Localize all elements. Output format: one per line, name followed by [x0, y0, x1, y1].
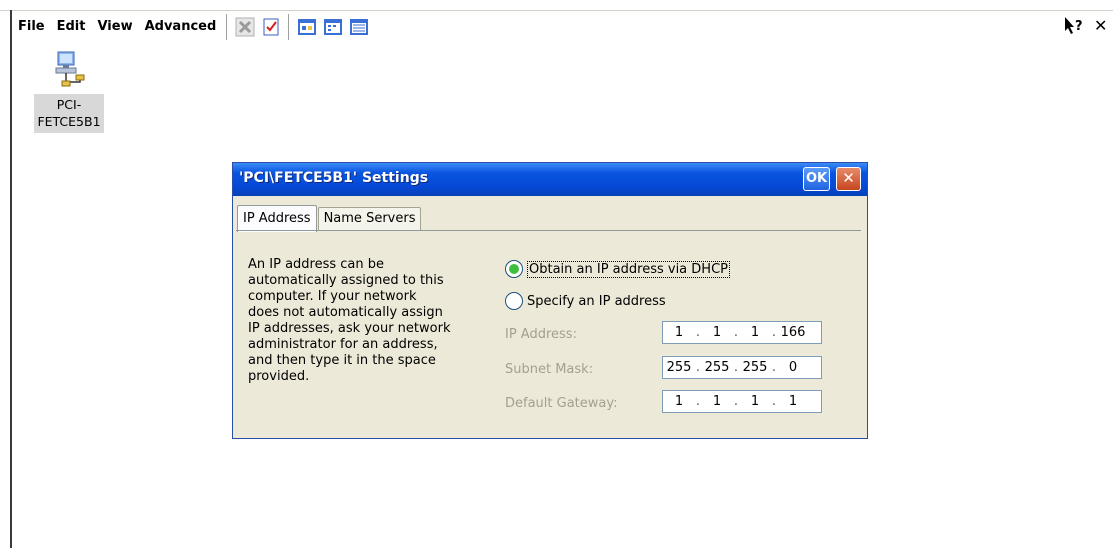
toolbar-separator — [226, 14, 229, 40]
dhcp-radio-option[interactable]: Obtain an IP address via DHCP — [505, 258, 730, 280]
close-icon: ✕ — [842, 169, 855, 187]
details-view-icon — [350, 19, 369, 35]
ip-octet: 166 — [780, 325, 806, 340]
menubar-border — [0, 10, 1113, 11]
default-gateway-field[interactable]: 1. 1. 1. 1 — [662, 390, 822, 413]
help-pointer-icon: ? — [1065, 17, 1083, 34]
tab-ip-address[interactable]: IP Address — [237, 205, 317, 232]
window-left-border — [10, 10, 12, 548]
specify-ip-radio[interactable] — [505, 292, 523, 310]
tab-name-servers[interactable]: Name Servers — [317, 207, 422, 231]
menu-items: File Edit View Advanced — [12, 14, 372, 40]
radio-selected-dot — [509, 264, 519, 274]
gateway-octet: 1 — [750, 394, 760, 409]
ip-address-field[interactable]: 1. 1. 1. 166 — [662, 321, 822, 344]
ip-octet: 1 — [712, 325, 722, 340]
small-icons-view-icon — [324, 19, 343, 35]
large-icons-view-button[interactable] — [296, 16, 318, 38]
dialog-title: 'PCI\FETCE5B1' Settings — [239, 170, 429, 186]
close-icon: ✕ — [1094, 16, 1108, 35]
ip-description: An IP address can be automatically assig… — [248, 257, 451, 384]
gateway-octet: 1 — [788, 394, 798, 409]
subnet-octet: 255 — [742, 360, 768, 375]
help-button[interactable]: ? — [1064, 16, 1086, 38]
delete-icon — [235, 17, 255, 37]
properties-button[interactable] — [260, 16, 282, 38]
ip-octet: 1 — [674, 325, 684, 340]
menu-edit[interactable]: Edit — [51, 14, 92, 40]
subnet-octet: 0 — [788, 360, 798, 375]
menubar: File Edit View Advanced ? ✕ — [0, 0, 1113, 40]
gateway-octet: 1 — [674, 394, 684, 409]
dialog-titlebar[interactable]: 'PCI\FETCE5B1' Settings OK ✕ — [233, 163, 867, 196]
subnet-mask-field[interactable]: 255. 255. 255. 0 — [662, 356, 822, 379]
specify-ip-radio-option[interactable]: Specify an IP address — [505, 290, 666, 312]
menu-view[interactable]: View — [91, 14, 138, 40]
delete-button[interactable] — [234, 16, 256, 38]
specify-ip-radio-label: Specify an IP address — [527, 293, 666, 309]
ok-button[interactable]: OK — [803, 167, 830, 191]
small-icons-view-button[interactable] — [322, 16, 344, 38]
subnet-mask-label: Subnet Mask: — [505, 362, 594, 377]
default-gateway-label: Default Gateway: — [505, 396, 618, 411]
dhcp-radio-label: Obtain an IP address via DHCP — [527, 260, 730, 278]
dialog-close-button[interactable]: ✕ — [836, 167, 861, 191]
details-view-button[interactable] — [348, 16, 370, 38]
help-glyph: ? — [1075, 19, 1083, 34]
menu-file[interactable]: File — [12, 14, 51, 40]
subnet-octet: 255 — [666, 360, 692, 375]
menu-advanced[interactable]: Advanced — [139, 14, 223, 40]
network-adapter-icon — [55, 51, 85, 87]
ip-address-label: IP Address: — [505, 327, 577, 342]
network-adapter-item[interactable]: PCI- FETCE5B1 — [34, 50, 104, 133]
window-close-button[interactable]: ✕ — [1094, 16, 1112, 38]
toolbar-separator — [288, 14, 291, 40]
dhcp-radio[interactable] — [505, 260, 523, 278]
ip-octet: 1 — [750, 325, 760, 340]
large-icons-view-icon — [298, 19, 317, 35]
settings-dialog: 'PCI\FETCE5B1' Settings OK ✕ IP Address … — [232, 162, 868, 439]
properties-icon — [263, 18, 279, 36]
network-adapter-label: PCI- FETCE5B1 — [34, 94, 104, 133]
subnet-octet: 255 — [704, 360, 730, 375]
gateway-octet: 1 — [712, 394, 722, 409]
tab-strip: IP Address Name Servers — [237, 203, 422, 232]
